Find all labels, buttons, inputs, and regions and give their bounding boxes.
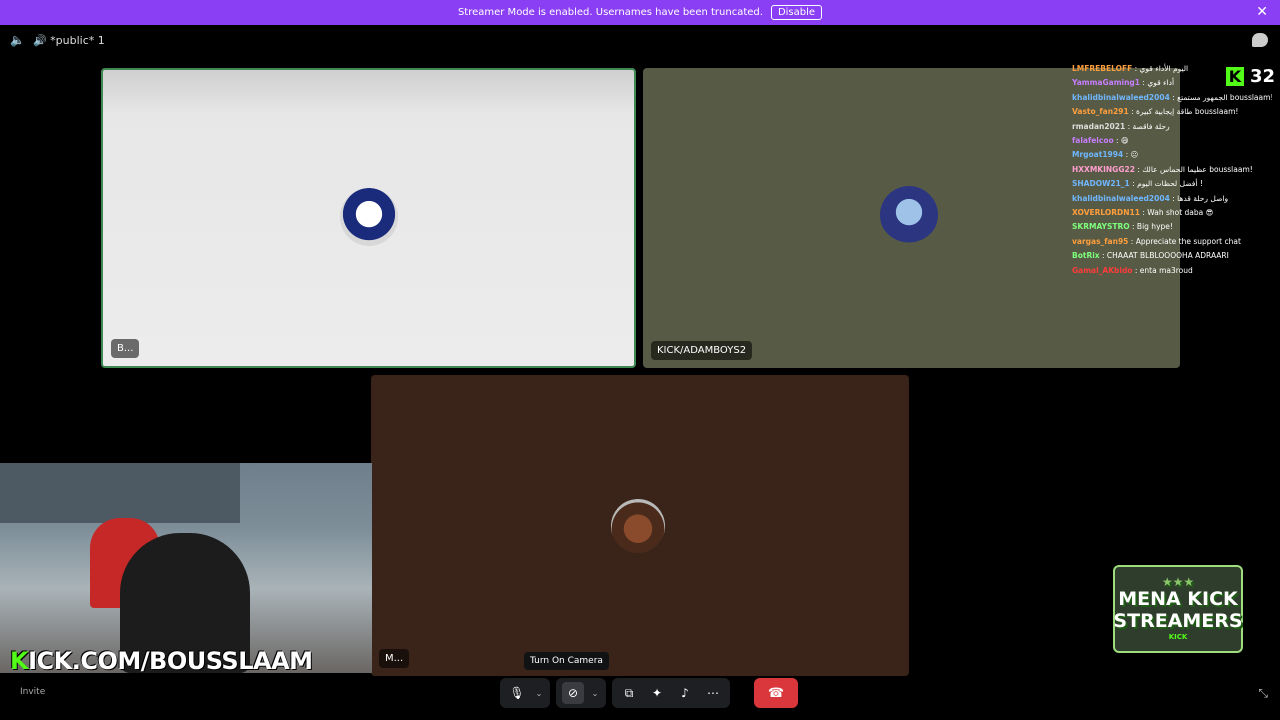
banner-text: Streamer Mode is enabled. Usernames have… [457,7,763,18]
badge-tag: KICK [1168,633,1188,641]
chat-message: vargas_fan95 : Appreciate the support ch… [1072,235,1272,249]
chat-message: HXXMKINGG22 : عظيما الحماس عالك bousslaa… [1072,163,1272,177]
chat-text: : أفضل لحظات اليوم ! [1129,179,1203,189]
badge-line-2: STREAMERS [1113,610,1243,632]
chat-text: : اليوم الأداء قوي [1132,64,1189,73]
chat-username: khalidbinalwaleed2004 [1072,92,1170,102]
chat-message: XOVERLORDN11 : Wah shot daba 😎 [1072,206,1272,220]
close-icon[interactable]: ✕ [1256,4,1268,20]
participant-name: KICK/ADAMBOYS2 [651,341,753,360]
action-group: ⧉ ✦ ♪ ⋯ [612,678,730,708]
mic-group: 🎙 ⌄ [500,678,550,708]
streamer-mode-banner: Streamer Mode is enabled. Usernames have… [0,0,1280,25]
chat-text: : Big hype! [1129,222,1173,232]
chat-text: : عظيما الحماس عالك bousslaam! [1134,164,1253,174]
chat-message: rmadan2021 : رحلة فاقصة [1072,120,1272,134]
chat-username: SHADOW21_1 [1072,179,1130,189]
chat-text: : 😄 [1113,136,1129,146]
disable-button[interactable]: Disable [770,5,823,20]
chat-username: BotRix [1072,251,1100,261]
chat-username: YammaGaming1 [1072,78,1141,88]
chat-username: HXXMKINGG22 [1072,164,1135,174]
invite-button[interactable]: Invite [20,687,45,697]
camera-group: ⊘ ⌄ [556,678,606,708]
chat-message: Gamal_AKbido : enta ma3roud [1072,264,1272,278]
soundboard-icon[interactable]: ♪ [674,682,696,704]
channel-header: 🔈 🔊 *public* 1 [10,33,105,47]
channel-name: 🔊 *public* 1 [32,33,105,47]
chat-username: Vasto_fan291 [1072,107,1129,117]
chat-username: Mrgoat1994 [1072,150,1124,160]
chat-text: : Wah shot daba 😎 [1140,208,1214,218]
camera-off-icon[interactable]: ⊘ [562,682,584,704]
participant-avatar [611,499,665,553]
webcam-wall [0,463,240,523]
camera-options-chevron-icon[interactable]: ⌄ [590,682,600,704]
chat-username: XOVERLORDN11 [1072,208,1140,218]
chat-message: Vasto_fan291 : طاقة إيجابية كبيرة boussl… [1072,105,1272,119]
kick-logo-icon: K [1226,67,1244,86]
chat-text: : الجمهور مستمتع bousslaam! [1169,92,1272,102]
camera-tooltip: Turn On Camera [524,652,609,670]
microphone-icon[interactable]: 🎙 [506,682,528,704]
streamer-webcam: KICK.COM/BOUSSLAAM [0,463,372,673]
chat-overlay: LMFREBELOFF : اليوم الأداء قوي YammaGamin… [1072,62,1272,278]
end-call-button[interactable]: ☎ [754,678,798,708]
chat-text: : CHAAAT BLBLOOOOHA ADRAARI [1099,251,1229,261]
chat-username: vargas_fan95 [1072,236,1129,246]
participant-name: M... [379,649,410,668]
chat-username: falafelcoo [1072,136,1114,146]
viewer-count: K 32 [1226,66,1275,87]
participant-avatar [340,188,398,246]
chat-username: LMFREBELOFF [1072,64,1133,73]
chat-text: : واصل رحلة قدها [1169,193,1229,203]
speaker-icon[interactable]: 🔈 [10,33,25,47]
chat-username: rmadan2021 [1072,121,1126,131]
participant-name: B... [111,339,140,358]
viewer-count-number: 32 [1250,66,1276,87]
mic-options-chevron-icon[interactable]: ⌄ [534,682,544,704]
participant-avatar [880,186,938,244]
chat-username: SKRMAYSTRO [1072,222,1130,232]
chat-text: : طاقة إيجابية كبيرة bousslaam! [1128,107,1239,117]
chat-message: khalidbinalwaleed2004 : واصل رحلة قدها [1072,192,1272,206]
chat-message: falafelcoo : 😄 [1072,134,1272,148]
chat-text: : أداء قوي [1140,78,1175,88]
chat-text: : enta ma3roud [1132,265,1193,275]
chat-message: BotRix : CHAAAT BLBLOOOOHA ADRAARI [1072,249,1272,263]
call-window: Streamer Mode is enabled. Usernames have… [0,0,1280,720]
chat-username: khalidbinalwaleed2004 [1072,193,1170,203]
kick-url-overlay: KICK.COM/BOUSSLAAM [10,647,313,673]
chat-username: Gamal_AKbido [1072,265,1133,275]
call-controls: 🎙 ⌄ ⊘ ⌄ ⧉ ✦ ♪ ⋯ ☎ [500,678,798,708]
screen-share-icon[interactable]: ⧉ [618,682,640,704]
chat-message: SHADOW21_1 : أفضل لحظات اليوم ! [1072,177,1272,191]
chat-message: Mrgoat1994 : 😐 [1072,148,1272,162]
chat-message: SKRMAYSTRO : Big hype! [1072,220,1272,234]
badge-line-1: MENA KICK [1118,588,1238,610]
chat-bubble-icon[interactable] [1252,33,1268,47]
badge-stars: ★★★ [1161,575,1195,589]
participant-tile-3[interactable]: M... [371,375,909,676]
more-icon[interactable]: ⋯ [702,682,724,704]
chat-text: : 😐 [1123,150,1139,160]
chat-text: : Appreciate the support chat [1128,236,1241,246]
chat-message: khalidbinalwaleed2004 : الجمهور مستمتع b… [1072,91,1272,105]
mena-kick-badge: ★★★ MENA KICK STREAMERS KICK [1113,565,1243,653]
chat-text: : رحلة فاقصة [1125,121,1170,131]
activities-icon[interactable]: ✦ [646,682,668,704]
participant-tile-1[interactable]: B... [101,68,636,368]
fullscreen-icon[interactable]: ⤡ [1258,686,1268,701]
